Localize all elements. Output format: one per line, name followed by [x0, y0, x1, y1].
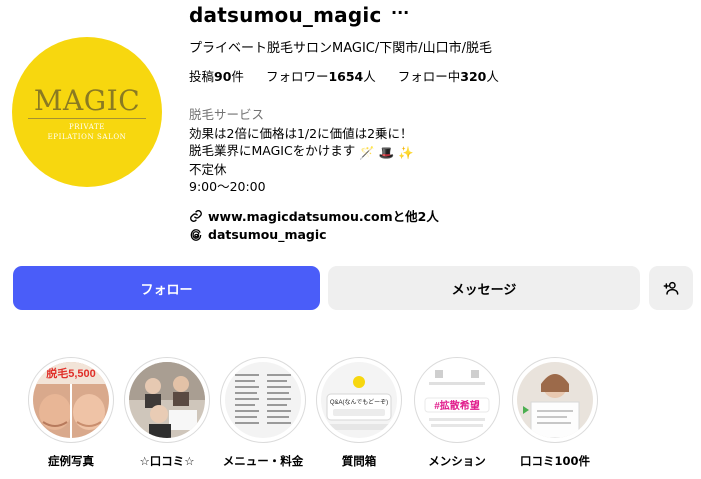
story-highlights: 脱毛5,500 症例写真 ☆口コミ☆ メニュー・料金 Q&A(なんでもどーぞ) … — [0, 357, 701, 479]
highlight-label: 口コミ100件 — [519, 454, 590, 468]
profile-avatar[interactable]: MAGIC PRIVATE EPILATION SALON — [12, 37, 162, 187]
stat-followers-label: フォロワー — [265, 69, 329, 84]
highlight-label: ☆口コミ☆ — [139, 454, 195, 468]
suggest-users-button[interactable] — [649, 266, 693, 310]
bio-line-1: 効果は2倍に価格は1/2に価値は2乗に！ — [189, 126, 413, 141]
highlight-thumbnail: 脱毛5,500 — [33, 362, 109, 438]
stat-following-label: フォロー中 — [397, 69, 461, 84]
stat-posts-unit: 件 — [231, 69, 244, 84]
highlight-thumb-text: Q&A(なんでもどーぞ) — [330, 398, 388, 406]
highlight-ring: Q&A(なんでもどーぞ) — [316, 357, 402, 443]
highlight-thumb-text: #拡散希望 — [434, 399, 480, 412]
highlight-question-box[interactable]: Q&A(なんでもどーぞ) 質問箱 — [314, 357, 404, 469]
threads-username: datsumou_magic — [208, 227, 327, 242]
highlight-ring: 脱毛5,500 — [28, 357, 114, 443]
stat-followers-value: 1654 — [328, 69, 364, 84]
profile-link[interactable]: www.magicdatsumou.comと他2人 — [189, 206, 439, 225]
avatar-logo-rule — [28, 118, 146, 119]
highlight-case-photos[interactable]: 脱毛5,500 症例写真 — [26, 357, 116, 469]
sparkles-emoji-icon: ✨ — [398, 145, 414, 160]
highlight-ring — [512, 357, 598, 443]
highlight-ring — [124, 357, 210, 443]
stat-following-unit: 人 — [486, 69, 499, 84]
profile-link-text: www.magicdatsumou.comと他2人 — [208, 209, 439, 224]
profile-username: datsumou_magic — [189, 3, 382, 27]
profile-stats: 投稿90件 フォロワー1654人 フォロー中320人 — [189, 66, 499, 85]
bio-line-2-text: 脱毛業界にMAGICをかけます — [189, 143, 356, 158]
highlight-label: メニュー・料金 — [222, 454, 304, 468]
highlight-ring — [220, 357, 306, 443]
bio-line-3: 不定休 — [189, 162, 227, 177]
highlight-thumbnail — [517, 362, 593, 438]
magic-wand-emoji-icon: 🪄 — [359, 145, 375, 160]
bio-line-2: 脱毛業界にMAGICをかけます 🪄 🎩 ✨ — [189, 142, 414, 161]
stat-posts-label: 投稿 — [189, 69, 215, 84]
highlight-thumbnail: Q&A(なんでもどーぞ) — [321, 362, 397, 438]
highlight-menu-price[interactable]: メニュー・料金 — [218, 357, 308, 469]
threads-link[interactable]: datsumou_magic — [189, 227, 327, 242]
follow-button[interactable]: フォロー — [13, 266, 320, 310]
profile-category: 脱毛サービス — [189, 107, 265, 122]
stat-followers-unit: 人 — [363, 69, 376, 84]
link-icon — [190, 209, 202, 222]
more-options-icon[interactable]: ··· — [391, 3, 409, 22]
profile-bio: 効果は2倍に価格は1/2に価値は2乗に！ 脱毛業界にMAGICをかけます 🪄 🎩… — [189, 125, 414, 195]
highlight-label: 症例写真 — [48, 454, 94, 468]
stat-posts[interactable]: 投稿90件 — [189, 66, 244, 85]
bio-line-4: 9:00〜20:00 — [189, 179, 266, 194]
highlight-thumbnail — [129, 362, 205, 438]
message-button[interactable]: メッセージ — [328, 266, 640, 310]
avatar-logo-text: MAGIC — [33, 84, 141, 117]
stat-following-value: 320 — [460, 69, 487, 84]
stat-following[interactable]: フォロー中320人 — [398, 66, 499, 85]
highlight-thumbnail: #拡散希望 — [419, 362, 495, 438]
stat-followers[interactable]: フォロワー1654人 — [266, 66, 376, 85]
highlight-reviews-100[interactable]: 口コミ100件 — [510, 357, 600, 469]
stat-posts-value: 90 — [214, 69, 232, 84]
highlight-mention[interactable]: #拡散希望 メンション — [412, 357, 502, 469]
profile-fullname: プライベート脱毛サロンMAGIC/下関市/山口市/脱毛 — [189, 41, 493, 56]
threads-icon — [190, 228, 202, 241]
profile-page: MAGIC PRIVATE EPILATION SALON datsumou_m… — [0, 0, 701, 479]
avatar-logo-subtitle-2: EPILATION SALON — [47, 133, 127, 141]
highlight-thumbnail — [225, 362, 301, 438]
person-add-icon — [663, 281, 679, 295]
highlight-label: 質問箱 — [341, 454, 377, 468]
top-hat-emoji-icon: 🎩 — [378, 145, 395, 160]
avatar-logo-subtitle-1: PRIVATE — [69, 123, 105, 131]
highlight-ring: #拡散希望 — [414, 357, 500, 443]
highlight-label: メンション — [428, 454, 486, 468]
highlight-reviews[interactable]: ☆口コミ☆ — [122, 357, 212, 469]
highlight-thumb-text: 脱毛5,500 — [46, 366, 96, 380]
